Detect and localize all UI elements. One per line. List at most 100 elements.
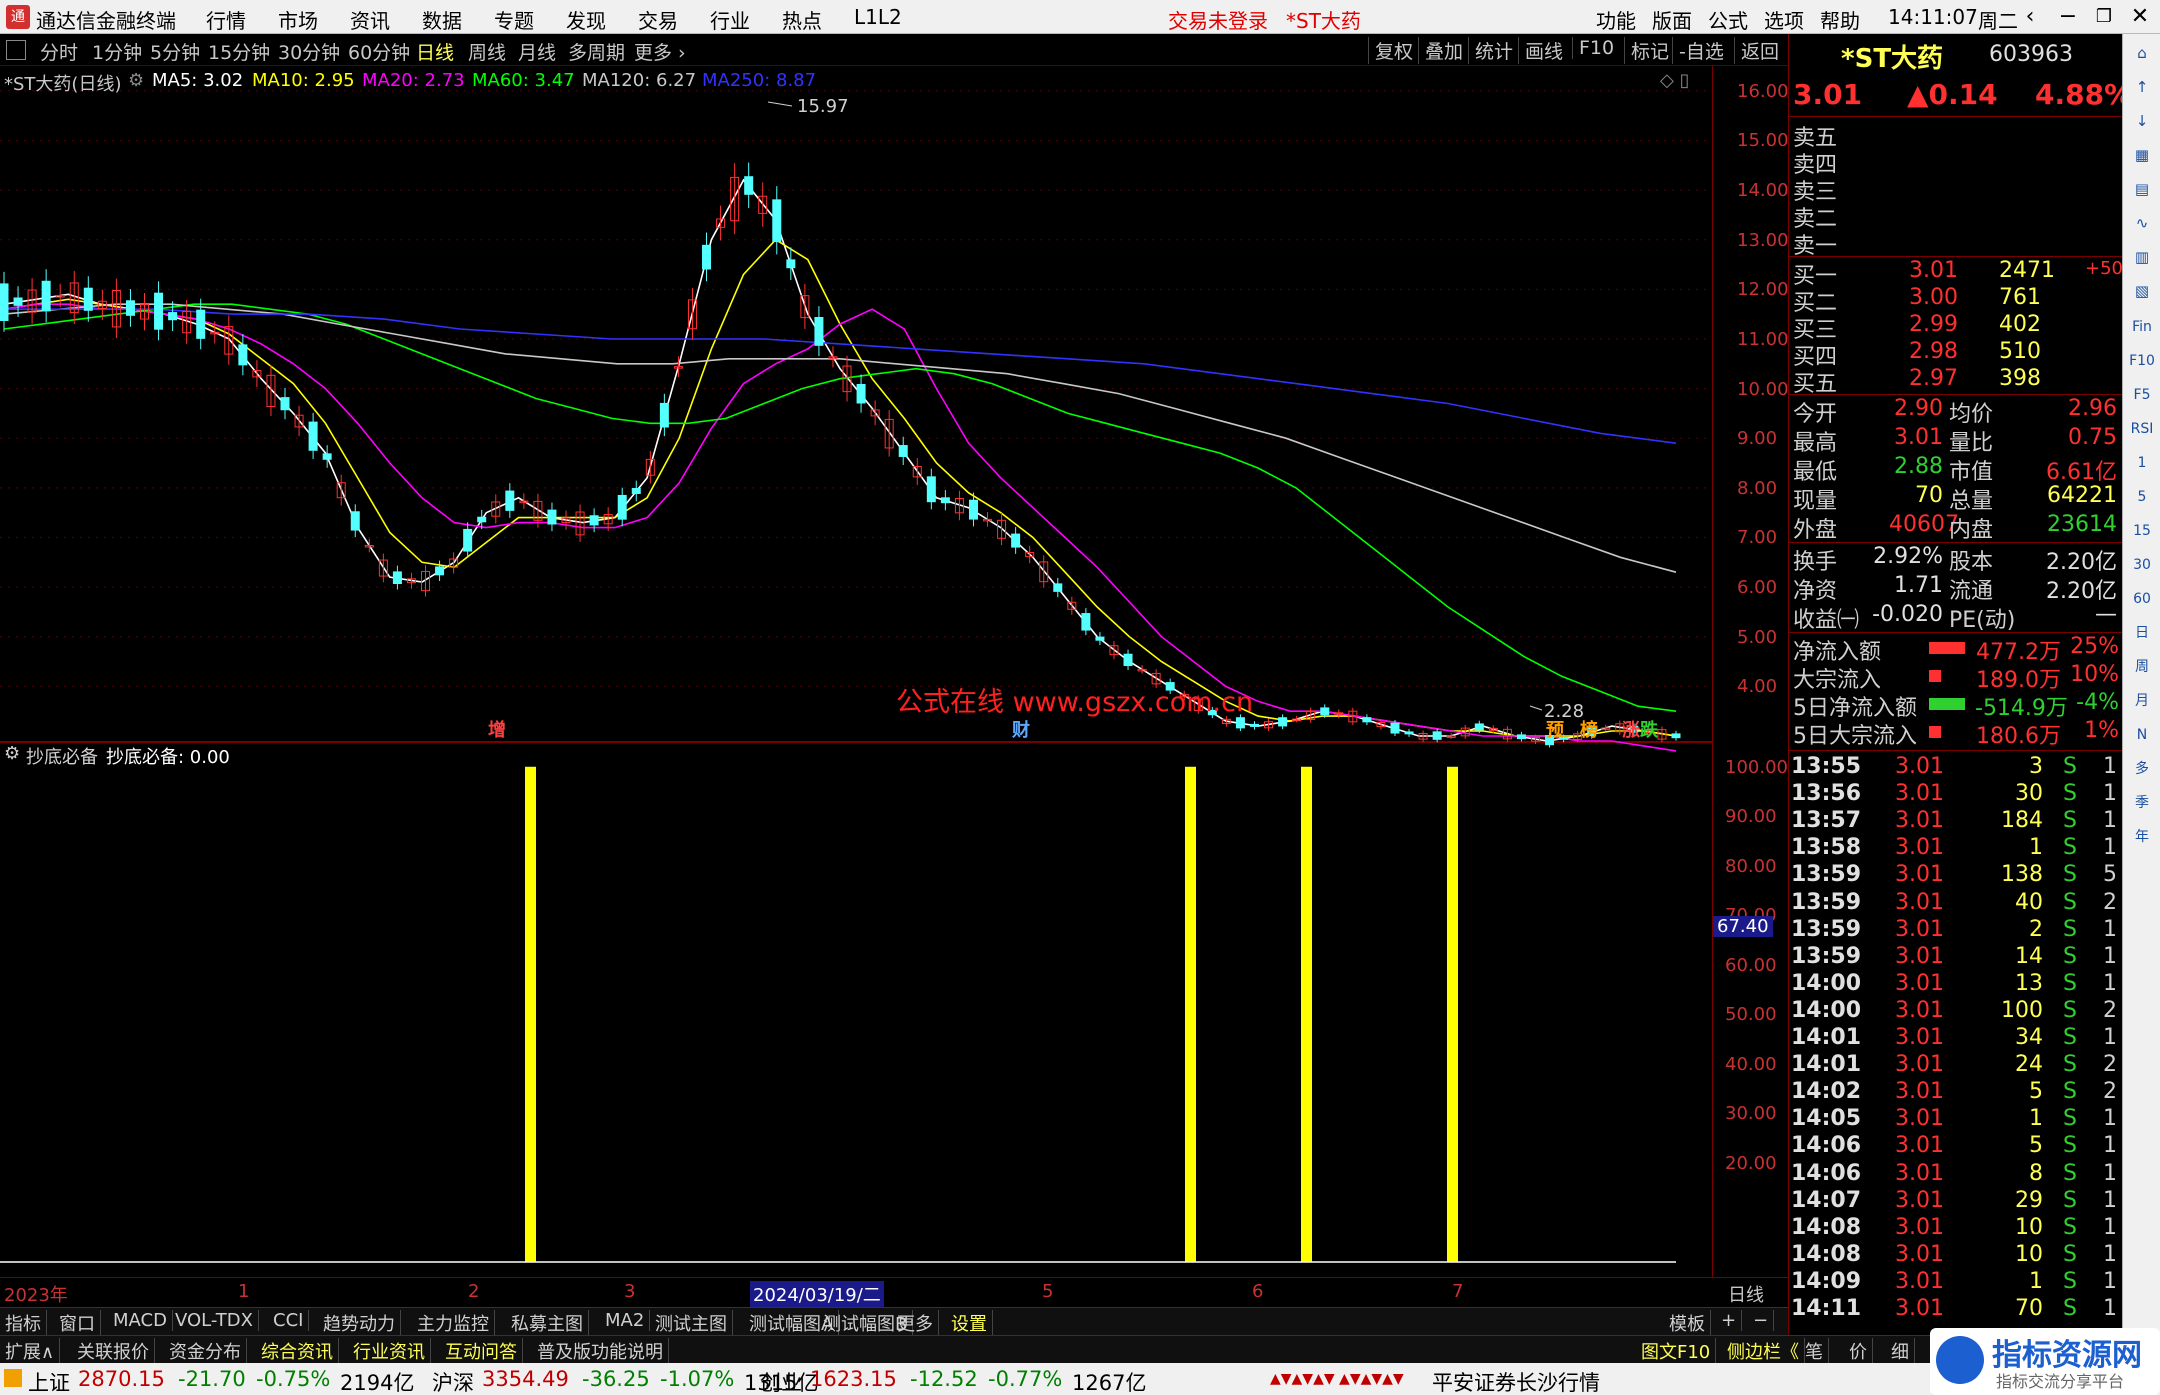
period-tab-7[interactable]: 周线 xyxy=(468,38,506,65)
toolbar-btn-4[interactable]: 1 xyxy=(2129,450,2155,476)
ext-right-1[interactable]: 侧边栏《 xyxy=(1722,1338,1805,1364)
ext-right-4[interactable]: 细 xyxy=(1886,1338,1915,1364)
toolbar-icon-3[interactable]: ▦ xyxy=(2129,142,2155,168)
toolbar-btn-3[interactable]: RSI xyxy=(2129,416,2155,442)
ext-tab-3[interactable]: 综合资讯 xyxy=(256,1338,339,1364)
toolbar-btn-8[interactable]: 60 xyxy=(2129,586,2155,612)
toolbar-icon-1[interactable]: ↑ xyxy=(2129,74,2155,100)
toolbar-icon-5[interactable]: ∿ xyxy=(2129,210,2155,236)
ext-right-3[interactable]: 价 xyxy=(1844,1338,1873,1364)
indicator-tab-8[interactable]: MA2 xyxy=(600,1310,651,1331)
chart-button-5[interactable]: 标记 xyxy=(1624,37,1675,64)
toolbar-icon-4[interactable]: ▤ xyxy=(2129,176,2155,202)
indicator-tab-6[interactable]: 主力监控 xyxy=(412,1310,495,1336)
right-menu-0[interactable]: 功能 xyxy=(1596,5,1636,34)
toolbar-icon-7[interactable]: ▧ xyxy=(2129,278,2155,304)
period-tab-9[interactable]: 多周期 xyxy=(568,38,625,65)
toolbar-btn-7[interactable]: 30 xyxy=(2129,552,2155,578)
menu-0[interactable]: 行情 xyxy=(206,5,246,34)
period-tab-5[interactable]: 60分钟 xyxy=(348,38,410,65)
chart-button-6[interactable]: -自选 xyxy=(1672,37,1730,64)
indicator-right-2[interactable]: − xyxy=(1748,1310,1775,1331)
ext-tab-2[interactable]: 资金分布 xyxy=(164,1338,247,1364)
ext-tab-0[interactable]: 扩展∧ xyxy=(0,1338,61,1364)
indicator-tab-4[interactable]: CCI xyxy=(268,1310,310,1331)
toolbar-btn-9[interactable]: 日 xyxy=(2129,620,2155,646)
chart-button-4[interactable]: F10 xyxy=(1572,37,1620,59)
menu-9[interactable]: L1L2 xyxy=(854,5,902,29)
period-tab-8[interactable]: 月线 xyxy=(518,38,556,65)
ext-right-0[interactable]: 图文F10 xyxy=(1636,1338,1717,1364)
period-tab-0[interactable]: 分时 xyxy=(40,38,78,65)
indicator-right-1[interactable]: + xyxy=(1716,1310,1743,1331)
menu-3[interactable]: 数据 xyxy=(422,5,462,34)
toolbar-btn-12[interactable]: N xyxy=(2129,722,2155,748)
toolbar-btn-13[interactable]: 多 xyxy=(2129,756,2155,782)
event-tag-1[interactable]: 财 xyxy=(1012,716,1030,742)
ext-tab-6[interactable]: 普及版功能说明 xyxy=(532,1338,669,1364)
toolbar-btn-15[interactable]: 年 xyxy=(2129,824,2155,850)
ext-tab-1[interactable]: 关联报价 xyxy=(72,1338,155,1364)
menu-1[interactable]: 市场 xyxy=(278,5,318,34)
minimize-icon[interactable]: − xyxy=(2050,2,2086,32)
menu-2[interactable]: 资讯 xyxy=(350,5,390,34)
maximize-icon[interactable]: ❐ xyxy=(2086,2,2122,32)
settings-gear-icon[interactable]: ⚙ xyxy=(128,70,144,91)
chart-button-2[interactable]: 统计 xyxy=(1468,37,1519,64)
toolbar-btn-0[interactable]: Fin xyxy=(2129,314,2155,340)
ext-tab-5[interactable]: 互动问答 xyxy=(440,1338,523,1364)
toolbar-btn-1[interactable]: F10 xyxy=(2129,348,2155,374)
event-tag-3[interactable]: 榜 xyxy=(1580,716,1598,742)
sub-chart-toggle-icon[interactable]: ⚙ xyxy=(4,743,20,764)
indicator-tab-2[interactable]: MACD xyxy=(108,1310,173,1331)
event-tag-0[interactable]: 增 xyxy=(488,716,506,742)
event-tag-5[interactable]: 跌 xyxy=(1640,716,1658,742)
indicator-tab-7[interactable]: 私募主图 xyxy=(506,1310,589,1336)
menu-8[interactable]: 热点 xyxy=(782,5,822,34)
menu-6[interactable]: 交易 xyxy=(638,5,678,34)
back-arrow-icon[interactable]: ‹ xyxy=(2012,2,2048,32)
indicator-tab-13[interactable]: 设置 xyxy=(946,1310,993,1336)
toolbar-icon-0[interactable]: ⌂ xyxy=(2129,40,2155,66)
toolbar-btn-14[interactable]: 季 xyxy=(2129,790,2155,816)
toolbar-icon-2[interactable]: ↓ xyxy=(2129,108,2155,134)
indicator-tab-9[interactable]: 测试主图 xyxy=(650,1310,733,1336)
toolbar-icon-6[interactable]: ▥ xyxy=(2129,244,2155,270)
event-tag-4[interactable]: 涨 xyxy=(1622,716,1640,742)
index-name-1[interactable]: 沪深 xyxy=(432,1367,474,1395)
window-toggle-icon[interactable] xyxy=(6,40,26,60)
menu-5[interactable]: 发现 xyxy=(566,5,606,34)
toolbar-btn-5[interactable]: 5 xyxy=(2129,484,2155,510)
right-menu-4[interactable]: 帮助 xyxy=(1820,5,1860,34)
right-menu-1[interactable]: 版面 xyxy=(1652,5,1692,34)
toolbar-btn-2[interactable]: F5 xyxy=(2129,382,2155,408)
ext-tab-4[interactable]: 行业资讯 xyxy=(348,1338,431,1364)
right-menu-2[interactable]: 公式 xyxy=(1708,5,1748,34)
toolbar-btn-11[interactable]: 月 xyxy=(2129,688,2155,714)
right-menu-3[interactable]: 选项 xyxy=(1764,5,1804,34)
kline-chart[interactable] xyxy=(0,66,1712,1277)
chart-button-7[interactable]: 返回 xyxy=(1734,37,1785,64)
toolbar-btn-6[interactable]: 15 xyxy=(2129,518,2155,544)
period-tab-6[interactable]: 日线 xyxy=(416,38,454,65)
index-name-0[interactable]: 上证 xyxy=(28,1367,70,1395)
indicator-tab-1[interactable]: 窗口 xyxy=(54,1310,101,1336)
indicator-right-0[interactable]: 模板 xyxy=(1664,1310,1711,1336)
chart-button-0[interactable]: 复权 xyxy=(1368,37,1419,64)
close-icon[interactable]: ✕ xyxy=(2122,2,2158,32)
period-tab-4[interactable]: 30分钟 xyxy=(278,38,340,65)
chart-button-3[interactable]: 画线 xyxy=(1518,37,1569,64)
chart-options-icon[interactable]: ◇ ▯ xyxy=(1660,70,1689,91)
period-tab-2[interactable]: 5分钟 xyxy=(150,38,200,65)
indicator-tab-0[interactable]: 指标 xyxy=(0,1310,47,1336)
menu-7[interactable]: 行业 xyxy=(710,5,750,34)
menu-4[interactable]: 专题 xyxy=(494,5,534,34)
chart-button-1[interactable]: 叠加 xyxy=(1418,37,1469,64)
period-tab-10[interactable]: 更多 › xyxy=(634,38,686,65)
period-tab-3[interactable]: 15分钟 xyxy=(208,38,270,65)
index-name-2[interactable]: 创业 xyxy=(760,1367,802,1395)
indicator-tab-12[interactable]: 更多 xyxy=(892,1310,939,1336)
indicator-tab-5[interactable]: 趋势动力 xyxy=(318,1310,401,1336)
period-tab-1[interactable]: 1分钟 xyxy=(92,38,142,65)
toolbar-btn-10[interactable]: 周 xyxy=(2129,654,2155,680)
